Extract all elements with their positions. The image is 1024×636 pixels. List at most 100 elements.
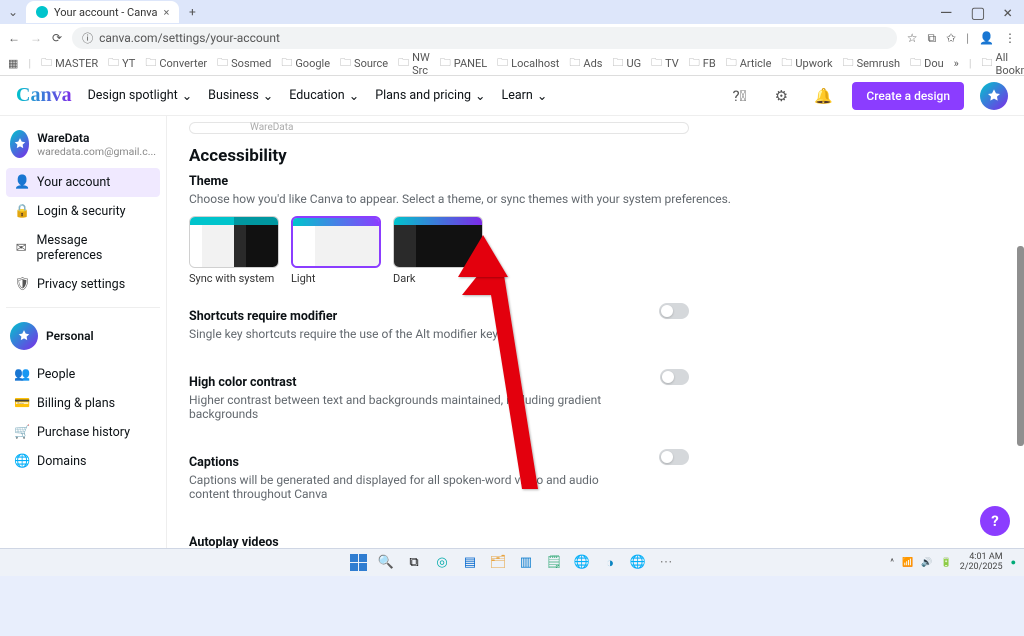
url-field[interactable]: ⓘ canva.com/settings/your-account	[72, 27, 897, 49]
bookmark-folder[interactable]: 🗀Ads	[569, 54, 602, 73]
avatar	[10, 130, 29, 158]
canva-logo[interactable]: Canva	[16, 84, 72, 107]
sidebar-account[interactable]: WareData waredata.com@gmail.c...	[6, 124, 160, 168]
minimize-icon[interactable]: —	[940, 3, 953, 22]
bookmark-folder[interactable]: 🗀Dou	[910, 54, 944, 73]
bookmark-folder[interactable]: 🗀Google	[281, 54, 330, 73]
team-avatar	[10, 322, 38, 350]
battery-icon[interactable]: 🔋	[941, 558, 952, 568]
account-email: waredata.com@gmail.c...	[37, 145, 156, 158]
account-name: WareData	[37, 131, 156, 145]
volume-icon[interactable]: 🔊	[921, 558, 932, 568]
bookmark-folder[interactable]: 🗀UG	[612, 54, 641, 73]
avatar[interactable]	[980, 82, 1008, 110]
shield-icon: 🛡	[14, 277, 29, 292]
app-icon[interactable]: ⋯	[655, 552, 677, 574]
star-icon[interactable]: ☆	[907, 31, 918, 45]
nav-education[interactable]: Education ⌄	[289, 88, 359, 104]
accessibility-heading: Accessibility	[189, 146, 1002, 166]
bookmark-folder[interactable]: 🗀NW Src	[398, 51, 430, 77]
start-button[interactable]	[347, 552, 369, 574]
bookmark-folder[interactable]: 🗀FB	[689, 54, 716, 73]
edge-icon[interactable]: ◑	[599, 552, 621, 574]
taskview-icon[interactable]: ⧉	[403, 552, 425, 574]
create-design-button[interactable]: Create a design	[852, 82, 964, 110]
sidebar-team[interactable]: Personal	[6, 316, 160, 360]
new-tab-button[interactable]: +	[183, 3, 201, 21]
sidebar-people[interactable]: 👥People	[6, 360, 160, 389]
bookmark-folder[interactable]: 🗀Semrush	[843, 54, 901, 73]
toggle-captions[interactable]	[659, 449, 689, 465]
name-input-preview[interactable]: WareData	[189, 122, 689, 134]
team-name: Personal	[46, 329, 94, 343]
setting-shortcuts: Shortcuts require modifier Single key sh…	[189, 301, 689, 351]
maximize-icon[interactable]: ▢	[970, 3, 985, 22]
bookmark-folder[interactable]: 🗀Converter	[145, 54, 207, 73]
back-icon[interactable]: ←	[8, 31, 20, 45]
close-window-icon[interactable]: ×	[1003, 3, 1012, 22]
bookmark-folder[interactable]: 🗀Sosmed	[217, 54, 271, 73]
all-bookmarks[interactable]: 🗀All Bookmarks	[982, 51, 1024, 77]
nav-design-spotlight[interactable]: Design spotlight ⌄	[88, 88, 193, 104]
sidebar-billing[interactable]: 💳Billing & plans	[6, 389, 160, 418]
user-icon: 👤	[14, 175, 29, 190]
bookmark-folder[interactable]: 🗀Upwork	[781, 54, 832, 73]
search-icon[interactable]: 🔍	[375, 552, 397, 574]
help-fab[interactable]: ?	[980, 506, 1010, 536]
nav-learn[interactable]: Learn ⌄	[502, 88, 548, 104]
theme-option-dark[interactable]: Dark	[393, 216, 483, 285]
apps-icon[interactable]: ▦	[8, 57, 18, 70]
nav-plans[interactable]: Plans and pricing ⌄	[375, 88, 485, 104]
bookmark-folder[interactable]: 🗀Article	[726, 54, 772, 73]
gear-icon[interactable]: ⚙	[768, 83, 794, 109]
setting-captions: Captions Captions will be generated and …	[189, 447, 689, 511]
chrome-icon[interactable]: 🌐	[627, 552, 649, 574]
nav-business[interactable]: Business ⌄	[208, 88, 273, 104]
theme-option-light[interactable]: Light	[291, 216, 381, 285]
forward-icon: →	[30, 31, 42, 45]
chevron-down-icon[interactable]: ⌄	[4, 3, 22, 21]
app-icon[interactable]: ▥	[515, 552, 537, 574]
extension-icon[interactable]: ⧉	[927, 31, 936, 46]
bookmarks-overflow-icon[interactable]: »	[954, 57, 959, 70]
notifications-icon[interactable]: ●	[1011, 557, 1016, 568]
wifi-icon[interactable]: 📶	[902, 558, 913, 568]
toggle-shortcuts[interactable]	[659, 303, 689, 319]
browser-tab[interactable]: Your account - Canva ×	[26, 1, 179, 23]
sidebar-your-account[interactable]: 👤Your account	[6, 168, 160, 197]
site-info-icon[interactable]: ⓘ	[82, 30, 93, 46]
bookmarks-bar: ▦ | 🗀MASTER 🗀YT 🗀Converter 🗀Sosmed 🗀Goog…	[0, 52, 1024, 76]
app-icon[interactable]: ◎	[431, 552, 453, 574]
settings-content: WareData Accessibility Theme Choose how …	[167, 116, 1024, 548]
bookmark-folder[interactable]: 🗀YT	[108, 54, 135, 73]
reload-icon[interactable]: ⟳	[52, 31, 62, 45]
menu-icon[interactable]: ⋮	[1004, 31, 1016, 45]
sidebar-login-security[interactable]: 🔒Login & security	[6, 197, 160, 226]
tab-title: Your account - Canva	[54, 6, 158, 19]
app-icon[interactable]: ▤	[459, 552, 481, 574]
sidebar-privacy[interactable]: 🛡Privacy settings	[6, 270, 160, 299]
chrome-icon[interactable]: 🌐	[571, 552, 593, 574]
bookmark-folder[interactable]: 🗀Localhost	[497, 54, 559, 73]
close-tab-icon[interactable]: ×	[164, 6, 170, 19]
bookmark-star-icon[interactable]: ✩	[946, 31, 956, 45]
bookmark-folder[interactable]: 🗀PANEL	[440, 54, 487, 73]
bell-icon[interactable]: 🔔	[810, 83, 836, 109]
people-icon: 👥	[14, 367, 29, 382]
bookmark-folder[interactable]: 🗀MASTER	[41, 54, 98, 73]
sidebar-domains[interactable]: 🌐Domains	[6, 447, 160, 476]
sidebar-message-prefs[interactable]: ✉Message preferences	[6, 226, 160, 270]
theme-option-sync[interactable]: Sync with system	[189, 216, 279, 285]
scrollbar[interactable]	[1017, 246, 1024, 636]
explorer-icon[interactable]: 🗂	[487, 552, 509, 574]
bookmark-folder[interactable]: 🗀TV	[651, 54, 679, 73]
favicon-icon	[36, 6, 48, 18]
profile-icon[interactable]: 👤	[979, 31, 994, 45]
tray-chevron-icon[interactable]: ^	[890, 558, 894, 568]
bookmark-folder[interactable]: 🗀Source	[340, 54, 388, 73]
sidebar-purchase-history[interactable]: 🛒Purchase history	[6, 418, 160, 447]
help-icon[interactable]: ?⃝	[726, 83, 752, 109]
toggle-contrast[interactable]	[660, 369, 689, 385]
app-icon[interactable]: 🗒	[543, 552, 565, 574]
card-icon: 💳	[14, 396, 29, 411]
